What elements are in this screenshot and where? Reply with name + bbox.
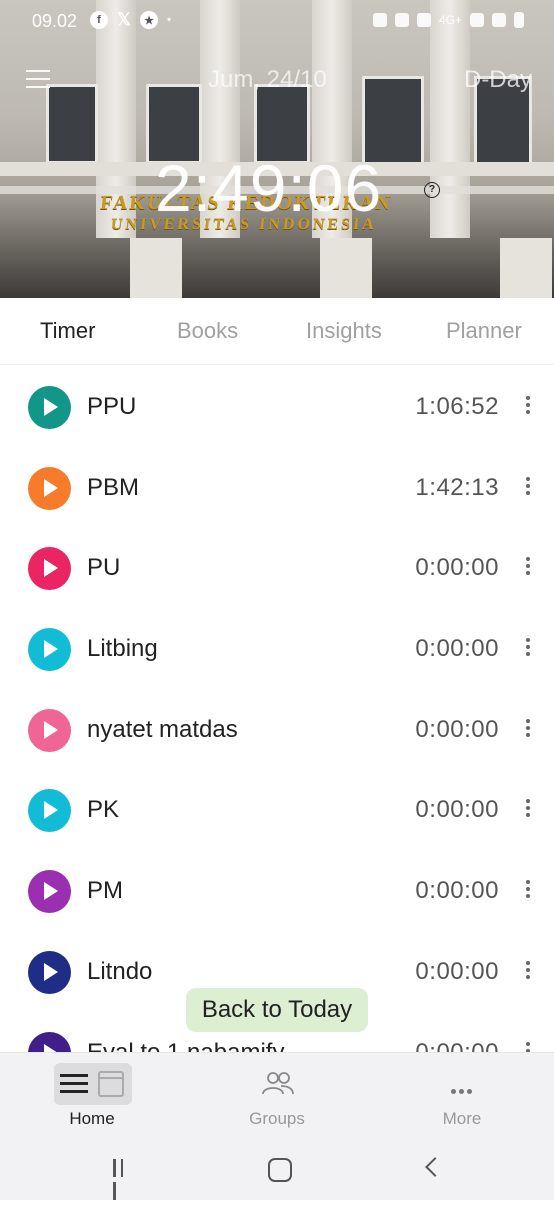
help-icon[interactable]: ? (424, 182, 440, 198)
nav-home-label: Home (69, 1109, 115, 1128)
tab-timer[interactable]: Timer (40, 318, 95, 344)
list-view-icon[interactable] (60, 1074, 88, 1094)
play-icon[interactable] (28, 708, 71, 752)
tab-planner[interactable]: Planner (446, 318, 522, 344)
signal-icon (492, 13, 506, 27)
subject-name: nyatet matdas (87, 715, 238, 743)
subject-time: 0:00:00 (415, 554, 499, 582)
kebab-menu-icon[interactable] (524, 1041, 532, 1052)
list-item[interactable]: PPU 1:06:52 (0, 366, 554, 447)
tab-bar: Timer Books Insights Planner (0, 298, 554, 365)
nav-groups-label: Groups (249, 1109, 305, 1128)
kebab-menu-icon[interactable] (524, 638, 532, 658)
subject-name: Eval to 1 nabamify (87, 1038, 285, 1053)
nav-groups[interactable]: Groups (185, 1053, 369, 1139)
system-icons: 4G+ (372, 12, 524, 28)
subject-time: 0:00:00 (415, 1038, 499, 1053)
subject-time: 0:00:00 (415, 877, 499, 905)
status-bar: 09.02 f 𝕏 ★ • 4G+ (0, 0, 554, 42)
home-icons (54, 1063, 132, 1105)
building-pillar (320, 238, 372, 298)
subject-time: 0:00:00 (415, 796, 499, 824)
groups-icon (262, 1072, 294, 1095)
play-icon[interactable] (28, 1031, 71, 1052)
header-photo: FAKULTAS KEDOKTERAN UNIVERSITAS INDONESI… (0, 0, 554, 298)
subject-name: PK (87, 796, 120, 824)
bottom-nav: Home Groups More (0, 1052, 554, 1139)
subject-time: 0:00:00 (415, 957, 499, 985)
notification-icons: f 𝕏 ★ • (90, 10, 173, 29)
list-item[interactable]: PBM 1:42:13 (0, 447, 554, 528)
tab-insights[interactable]: Insights (306, 318, 382, 344)
subject-time: 1:42:13 (415, 473, 499, 501)
kebab-menu-icon[interactable] (524, 718, 532, 739)
subject-time: 1:06:52 (415, 393, 499, 420)
subject-name: Litbing (87, 635, 158, 663)
dday-button[interactable]: D-Day (464, 66, 532, 94)
nav-more[interactable]: More (370, 1053, 554, 1139)
play-icon[interactable] (28, 466, 71, 510)
subject-time: 0:00:00 (415, 635, 499, 663)
play-icon[interactable] (28, 950, 71, 994)
status-time: 09.02 (32, 11, 78, 31)
system-nav-bar (0, 1138, 554, 1200)
cast-icon (372, 13, 387, 27)
building-pillar (500, 238, 552, 298)
tab-books[interactable]: Books (177, 318, 238, 344)
subject-name: PM (87, 877, 123, 905)
play-icon[interactable] (28, 870, 71, 914)
play-icon[interactable] (28, 386, 71, 429)
building-window (46, 84, 98, 164)
kebab-menu-icon[interactable] (524, 960, 532, 981)
more-notifications-icon: • (167, 14, 171, 26)
list-item[interactable]: nyatet matdas 0:00:00 (0, 689, 554, 770)
subject-time: 0:00:00 (415, 715, 499, 743)
home-button-icon[interactable] (268, 1158, 292, 1182)
network-type: 4G+ (438, 13, 462, 27)
battery-icon (514, 12, 524, 28)
signal-icon (470, 13, 484, 27)
menu-icon[interactable] (26, 70, 50, 88)
x-icon: 𝕏 (117, 10, 131, 29)
play-icon[interactable] (28, 789, 71, 833)
list-item[interactable]: PM 0:00:00 (0, 850, 554, 931)
building-pillar (130, 238, 182, 298)
nav-home[interactable]: Home (0, 1053, 184, 1139)
play-icon[interactable] (28, 628, 71, 672)
subject-name: PBM (87, 473, 140, 501)
kebab-menu-icon[interactable] (524, 799, 532, 819)
play-icon[interactable] (28, 547, 71, 591)
subject-name: PPU (87, 393, 137, 420)
calendar-icon[interactable] (98, 1071, 124, 1097)
date-label[interactable]: Jum, 24/10 (208, 66, 327, 94)
app-notification-icon: ★ (140, 11, 158, 29)
kebab-menu-icon[interactable] (524, 880, 532, 900)
kebab-menu-icon[interactable] (524, 396, 532, 416)
mute-icon (416, 13, 431, 27)
subject-name: Litndo (87, 957, 153, 985)
list-item[interactable]: Litbing 0:00:00 (0, 608, 554, 689)
kebab-menu-icon[interactable] (524, 557, 532, 577)
nav-more-label: More (442, 1109, 482, 1128)
list-item[interactable]: PK 0:00:00 (0, 769, 554, 850)
alarm-icon (394, 13, 409, 27)
recents-icon[interactable] (113, 1159, 135, 1200)
more-icon (450, 1081, 476, 1094)
subject-name: PU (87, 554, 121, 582)
back-icon[interactable] (425, 1157, 445, 1177)
subject-list: PPU 1:06:52 PBM 1:42:13 PU 0:00:00 Litbi… (0, 366, 554, 1052)
list-item[interactable]: PU 0:00:00 (0, 527, 554, 608)
back-to-today-button[interactable]: Back to Today (186, 988, 368, 1032)
facebook-icon: f (90, 11, 108, 29)
total-study-time: 2:49:06 (155, 151, 383, 225)
kebab-menu-icon[interactable] (524, 476, 532, 497)
